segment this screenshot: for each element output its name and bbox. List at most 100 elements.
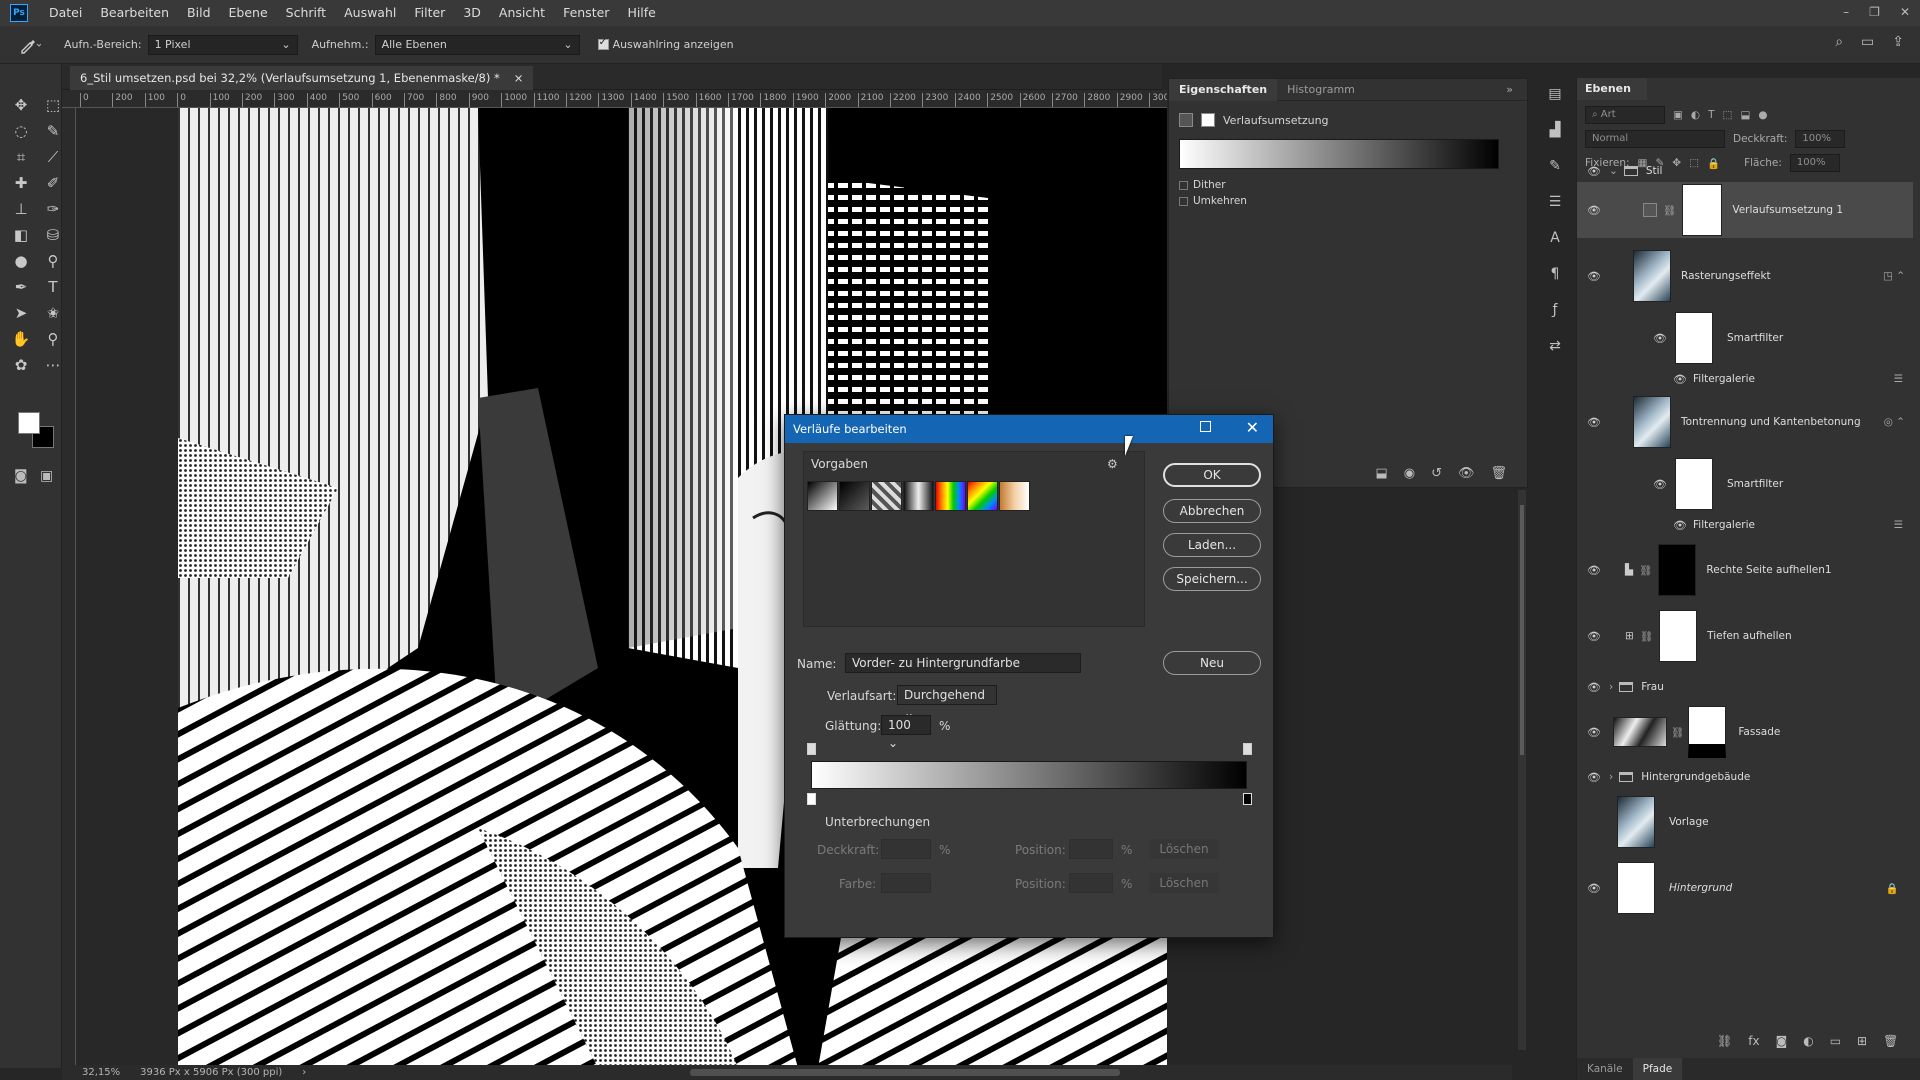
- lock-icon[interactable]: 🔒: [1886, 882, 1913, 895]
- layers-title[interactable]: Ebenen: [1577, 78, 1647, 100]
- preset-swatch-1[interactable]: [807, 481, 838, 511]
- layer-group-stil[interactable]: 👁 ⌄ Stil: [1577, 160, 1913, 182]
- menu-view[interactable]: Ansicht: [490, 0, 554, 26]
- lasso-tool-icon[interactable]: ◌: [8, 118, 34, 144]
- filter-options-icon[interactable]: ☰: [1894, 519, 1913, 531]
- character-icon[interactable]: A: [1550, 230, 1560, 246]
- layer-mask-thumbnail[interactable]: [1688, 706, 1727, 758]
- filter-shape-icon[interactable]: ⬚: [1723, 109, 1733, 121]
- menu-window[interactable]: Fenster: [554, 0, 618, 26]
- filter-smart-icon[interactable]: ⬓: [1740, 109, 1750, 121]
- new-group-icon[interactable]: ▭: [1830, 1034, 1841, 1048]
- preset-swatch-2[interactable]: [839, 481, 870, 511]
- fx-icon[interactable]: fx: [1748, 1034, 1759, 1048]
- menu-image[interactable]: Bild: [178, 0, 219, 26]
- blend-mode-select[interactable]: Normal: [1585, 130, 1725, 148]
- brush-settings-icon[interactable]: ✎: [1549, 158, 1561, 174]
- preset-swatch-6[interactable]: [967, 481, 998, 511]
- paragraph-icon[interactable]: ¶: [1551, 266, 1560, 282]
- layer-smartfilter-1[interactable]: 👁 Smartfilter: [1577, 310, 1913, 366]
- properties-icon[interactable]: ▤: [1548, 86, 1561, 102]
- vertical-scrollbar-thumb[interactable]: [1520, 505, 1524, 755]
- minimize-icon[interactable]: –: [1843, 0, 1849, 24]
- pen-tool-icon[interactable]: ✒: [8, 274, 34, 300]
- color-position-input[interactable]: [1069, 873, 1113, 893]
- reverse-option[interactable]: Umkehren: [1169, 191, 1527, 207]
- eye-icon[interactable]: 👁: [1653, 478, 1667, 491]
- tab-channels[interactable]: Kanäle: [1577, 1058, 1633, 1080]
- tab-paths[interactable]: Pfade: [1632, 1058, 1683, 1080]
- menu-layer[interactable]: Ebene: [220, 0, 277, 26]
- visibility-icon[interactable]: 👁: [1458, 466, 1475, 481]
- filter-adjust-icon[interactable]: ◐: [1691, 109, 1700, 121]
- opacity-stop-left[interactable]: [807, 743, 816, 755]
- layer-filter-input[interactable]: ⌕ Art: [1585, 106, 1665, 124]
- zoom-level[interactable]: 32,15%: [82, 1067, 120, 1078]
- opacity-stop-right[interactable]: [1243, 743, 1252, 755]
- menu-type[interactable]: Schrift: [277, 0, 335, 26]
- delete-opacity-stop-button[interactable]: Löschen: [1149, 839, 1219, 859]
- eye-icon[interactable]: 👁: [1587, 726, 1601, 739]
- link-icon[interactable]: ⛓: [1639, 564, 1652, 577]
- maximize-icon[interactable]: [1200, 421, 1211, 432]
- gradient-type-select[interactable]: Durchgehend ⌄: [897, 685, 997, 720]
- restore-icon[interactable]: ❐: [1869, 0, 1880, 24]
- layer-group-hintergrundgebaeude[interactable]: 👁 › Hintergrundgebäude: [1577, 766, 1913, 788]
- filter-options-icon[interactable]: ☰: [1894, 373, 1913, 385]
- status-arrow-icon[interactable]: ›: [302, 1067, 306, 1078]
- trash-icon[interactable]: 🗑: [1490, 466, 1507, 481]
- path-select-icon[interactable]: ➤: [8, 300, 34, 326]
- close-icon[interactable]: ×: [514, 66, 524, 90]
- tab-histogram[interactable]: Histogramm: [1277, 79, 1365, 101]
- chevron-down-icon[interactable]: ⌄: [1609, 165, 1618, 177]
- menu-select[interactable]: Auswahl: [335, 0, 405, 26]
- cancel-button[interactable]: Abbrechen: [1163, 499, 1261, 523]
- share-icon[interactable]: ⇪: [1892, 34, 1904, 50]
- eye-icon[interactable]: 👁: [1587, 681, 1601, 694]
- menu-3d[interactable]: 3D: [454, 0, 490, 26]
- layer-filtergalerie-2[interactable]: 👁 Filtergalerie ☰: [1577, 516, 1913, 534]
- eye-icon[interactable]: 👁: [1587, 416, 1601, 429]
- menu-file[interactable]: Datei: [40, 0, 91, 26]
- opacity-position-input[interactable]: [1069, 839, 1113, 859]
- eye-icon[interactable]: 👁: [1587, 270, 1601, 283]
- dither-option[interactable]: Dither: [1169, 169, 1527, 191]
- name-input[interactable]: Vorder- zu Hintergrundfarbe: [845, 653, 1081, 673]
- save-button[interactable]: Speichern...: [1163, 567, 1261, 591]
- filter-mask-thumbnail[interactable]: [1675, 312, 1713, 364]
- preset-swatch-7[interactable]: [999, 481, 1030, 511]
- eye-icon[interactable]: 👁: [1673, 519, 1687, 532]
- filter-type-icon[interactable]: T: [1708, 109, 1714, 121]
- eye-icon[interactable]: 👁: [1587, 630, 1601, 643]
- link-layers-icon[interactable]: ⛓: [1717, 1034, 1732, 1048]
- quick-mask-icon[interactable]: ◙: [14, 468, 28, 484]
- color-stop-right[interactable]: [1243, 793, 1252, 805]
- trash-icon[interactable]: 🗑: [1883, 1034, 1898, 1048]
- layer-tontrennung[interactable]: 👁 Tontrennung und Kantenbetonung ◎ ⌃: [1577, 394, 1913, 450]
- search-icon[interactable]: ⌕: [1835, 34, 1843, 50]
- eye-icon[interactable]: 👁: [1587, 165, 1601, 178]
- stop-opacity-input[interactable]: [881, 839, 931, 859]
- layer-mask-thumbnail[interactable]: [1659, 610, 1698, 662]
- filter-mask-thumbnail[interactable]: [1675, 458, 1713, 510]
- actions-icon[interactable]: ⇄: [1549, 338, 1561, 354]
- foreground-color-swatch[interactable]: [18, 412, 40, 434]
- layer-hintergrund[interactable]: 👁 Hintergrund 🔒: [1577, 860, 1913, 916]
- sample-size-select[interactable]: 1 Pixel ⌄: [147, 34, 298, 55]
- eraser-tool-icon[interactable]: ◧: [8, 222, 34, 248]
- close-icon[interactable]: ✕: [1900, 0, 1910, 24]
- edit-toolbar-icon[interactable]: ✿: [8, 352, 34, 378]
- view-previous-icon[interactable]: ◉: [1404, 466, 1415, 481]
- show-ring-checkbox[interactable]: [597, 37, 609, 50]
- gradient-bar[interactable]: [811, 761, 1247, 789]
- screen-mode-icon[interactable]: ▣: [40, 468, 53, 484]
- workspace-icon[interactable]: ▭: [1861, 34, 1874, 50]
- eye-icon[interactable]: 👁: [1587, 204, 1601, 217]
- clip-to-layer-icon[interactable]: ⬓: [1375, 466, 1387, 481]
- link-icon[interactable]: ⛓: [1640, 630, 1653, 643]
- new-button[interactable]: Neu: [1163, 651, 1261, 675]
- menu-edit[interactable]: Bearbeiten: [91, 0, 178, 26]
- eyedropper-tool-preset[interactable]: [10, 30, 50, 60]
- mask-icon[interactable]: [1201, 113, 1215, 127]
- dither-checkbox[interactable]: [1179, 180, 1188, 190]
